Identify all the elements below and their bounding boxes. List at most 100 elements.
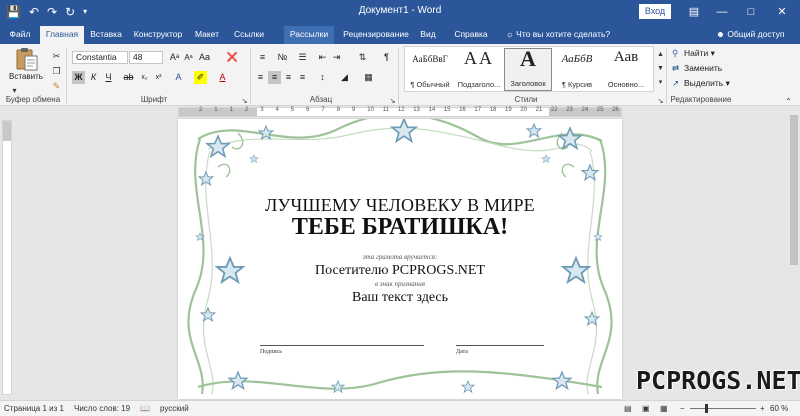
line-spacing-icon[interactable]: ↕ — [316, 71, 329, 84]
shading-icon[interactable]: ◢ — [338, 71, 351, 84]
ruler-number: 1 — [214, 107, 218, 113]
tab-insert[interactable]: Вставка — [86, 26, 126, 44]
proofing-icon[interactable]: 📖 — [140, 404, 150, 413]
ruler-number: 21 — [535, 107, 543, 113]
tab-review[interactable]: Рецензирование — [340, 26, 412, 44]
justify-icon[interactable]: ≡ — [296, 71, 309, 84]
word-count[interactable]: Число слов: 19 — [74, 404, 130, 413]
copy-icon[interactable]: ❐ — [50, 65, 63, 78]
text-effects-icon[interactable]: A — [172, 71, 185, 84]
align-left-icon[interactable]: ≡ — [254, 71, 267, 84]
italic-button[interactable]: К — [87, 71, 100, 84]
minimize-icon[interactable]: — — [708, 2, 736, 22]
style-italic[interactable]: АаБбВ ¶ Курсив — [553, 48, 601, 91]
close-icon[interactable]: ✕ — [768, 2, 796, 22]
strikethrough-icon[interactable]: ab — [122, 71, 135, 84]
zoom-level[interactable]: 60 % — [770, 404, 788, 413]
read-mode-icon[interactable]: ▤ — [624, 404, 632, 413]
style-sample: АаБбВ — [561, 53, 593, 65]
bold-button[interactable]: Ж — [72, 71, 85, 84]
recognition-text: в знак признания — [375, 280, 425, 288]
tab-mailings[interactable]: Рассылки — [284, 26, 334, 44]
zoom-in-icon[interactable]: + — [760, 404, 765, 413]
shrink-font-icon[interactable]: Aᵃ — [182, 51, 195, 64]
align-center-icon[interactable]: ≡ — [268, 71, 281, 84]
awarded-to-text: эта грамота вручается: — [362, 253, 438, 261]
select-icon: ↗ — [672, 78, 680, 88]
style-subtitle[interactable]: АА Подзаголо... — [455, 48, 503, 91]
vertical-scrollbar[interactable] — [788, 107, 800, 400]
tab-layout[interactable]: Макет — [190, 26, 224, 44]
font-name-field[interactable]: Constantia — [72, 51, 128, 64]
style-heading[interactable]: А Заголовок — [504, 46, 552, 91]
align-right-icon[interactable]: ≡ — [282, 71, 295, 84]
tab-file[interactable]: Файл — [2, 26, 38, 44]
style-sample: А — [520, 46, 536, 71]
vertical-ruler-margin — [3, 121, 11, 141]
styles-gallery: АаБбВвГ ¶ Обычный АА Подзаголо... А Заго… — [404, 46, 654, 92]
tell-me-search[interactable]: ☼ Что вы хотите сделать? — [506, 26, 610, 42]
multilevel-list-icon[interactable]: ☰ — [296, 51, 309, 64]
print-layout-icon[interactable]: ▣ — [642, 404, 650, 413]
tell-me-label: Что вы хотите сделать? — [516, 29, 611, 39]
clear-formatting-icon[interactable]: ❌ — [226, 51, 239, 64]
change-case-icon[interactable]: Aa — [198, 51, 211, 64]
login-button[interactable]: Вход — [639, 4, 671, 19]
ruler-number: 10 — [367, 107, 374, 113]
ribbon-tabs: Файл Главная Вставка Конструктор Макет С… — [0, 24, 800, 44]
zoom-slider[interactable] — [690, 408, 756, 409]
zoom-out-icon[interactable]: − — [680, 404, 685, 413]
maximize-icon[interactable]: □ — [737, 2, 765, 22]
style-sample: АаБбВвГ — [412, 54, 448, 64]
certificate-heading: ЛУЧШЕМУ ЧЕЛОВЕКУ В МИРЕ — [265, 195, 535, 215]
signature-label: Подпись — [260, 349, 283, 355]
ruler-number: 2 — [244, 107, 249, 113]
paste-button-label[interactable]: Вставить — [6, 72, 46, 81]
ribbon-display-icon[interactable]: ▤ — [680, 2, 708, 22]
ruler-number: 18 — [489, 107, 497, 113]
select-button[interactable]: ↗ Выделить ▾ — [672, 78, 730, 89]
tab-references[interactable]: Ссылки — [226, 26, 272, 44]
web-layout-icon[interactable]: ▦ — [660, 404, 668, 413]
date-label: Дата — [456, 349, 468, 355]
borders-icon[interactable]: ▦ — [362, 71, 375, 84]
style-body[interactable]: Аав Основно... — [602, 48, 650, 91]
increase-indent-icon[interactable]: ⇥ — [330, 51, 343, 64]
title-bar: 💾 ↶ ↷ ↻ ▾ Документ1 - Word Вход ▤ — □ ✕ — [0, 0, 800, 24]
sort-icon[interactable]: ⇅ — [356, 51, 369, 64]
clipboard-group-label: Буфер обмена — [5, 95, 61, 104]
font-size-field[interactable]: 48 — [129, 51, 163, 64]
bullets-icon[interactable]: ≡ — [256, 51, 269, 64]
find-button[interactable]: ⚲ Найти ▾ — [672, 48, 715, 59]
style-normal[interactable]: АаБбВвГ ¶ Обычный — [406, 48, 454, 91]
zoom-slider-thumb[interactable] — [705, 404, 708, 413]
highlight-icon[interactable]: ✐ — [194, 71, 207, 84]
format-painter-icon[interactable]: ✎ — [50, 80, 63, 93]
show-marks-icon[interactable]: ¶ — [380, 51, 393, 64]
font-color-icon[interactable]: A — [216, 71, 229, 84]
horizontal-ruler[interactable]: 2 1 1 2 3 4 5 6 7 8 9 10 11 12 13 14 15 16 17 18 19 20 21 22 23 2… — [178, 107, 622, 117]
superscript-icon[interactable]: x² — [152, 71, 165, 84]
paste-icon[interactable] — [14, 46, 40, 72]
tab-view[interactable]: Вид — [416, 26, 440, 44]
underline-button[interactable]: Ч — [102, 71, 115, 84]
page-count[interactable]: Страница 1 из 1 — [4, 404, 64, 413]
language[interactable]: русский — [160, 404, 189, 413]
decrease-indent-icon[interactable]: ⇤ — [316, 51, 329, 64]
scrollbar-thumb[interactable] — [790, 115, 798, 265]
tab-design[interactable]: Конструктор — [128, 26, 188, 44]
vertical-ruler[interactable] — [2, 120, 12, 395]
document-page[interactable]: ЛУЧШЕМУ ЧЕЛОВЕКУ В МИРЕ ТЕБЕ БРАТИШКА! э… — [178, 119, 622, 399]
style-label: ¶ Курсив — [561, 80, 593, 89]
signature-line — [260, 345, 424, 346]
select-label: Выделить — [684, 78, 724, 88]
tab-home[interactable]: Главная — [40, 26, 84, 44]
replace-button[interactable]: ⇄ Заменить — [672, 63, 722, 74]
tab-help[interactable]: Справка — [446, 26, 496, 44]
subscript-icon[interactable]: x₂ — [138, 71, 151, 84]
grow-font-icon[interactable]: Aᵃ — [168, 51, 181, 64]
style-sample: Аав — [613, 49, 639, 65]
share-button[interactable]: ☻ Общий доступ — [716, 26, 784, 42]
cut-icon[interactable]: ✂ — [50, 50, 63, 63]
numbering-icon[interactable]: № — [276, 51, 289, 64]
